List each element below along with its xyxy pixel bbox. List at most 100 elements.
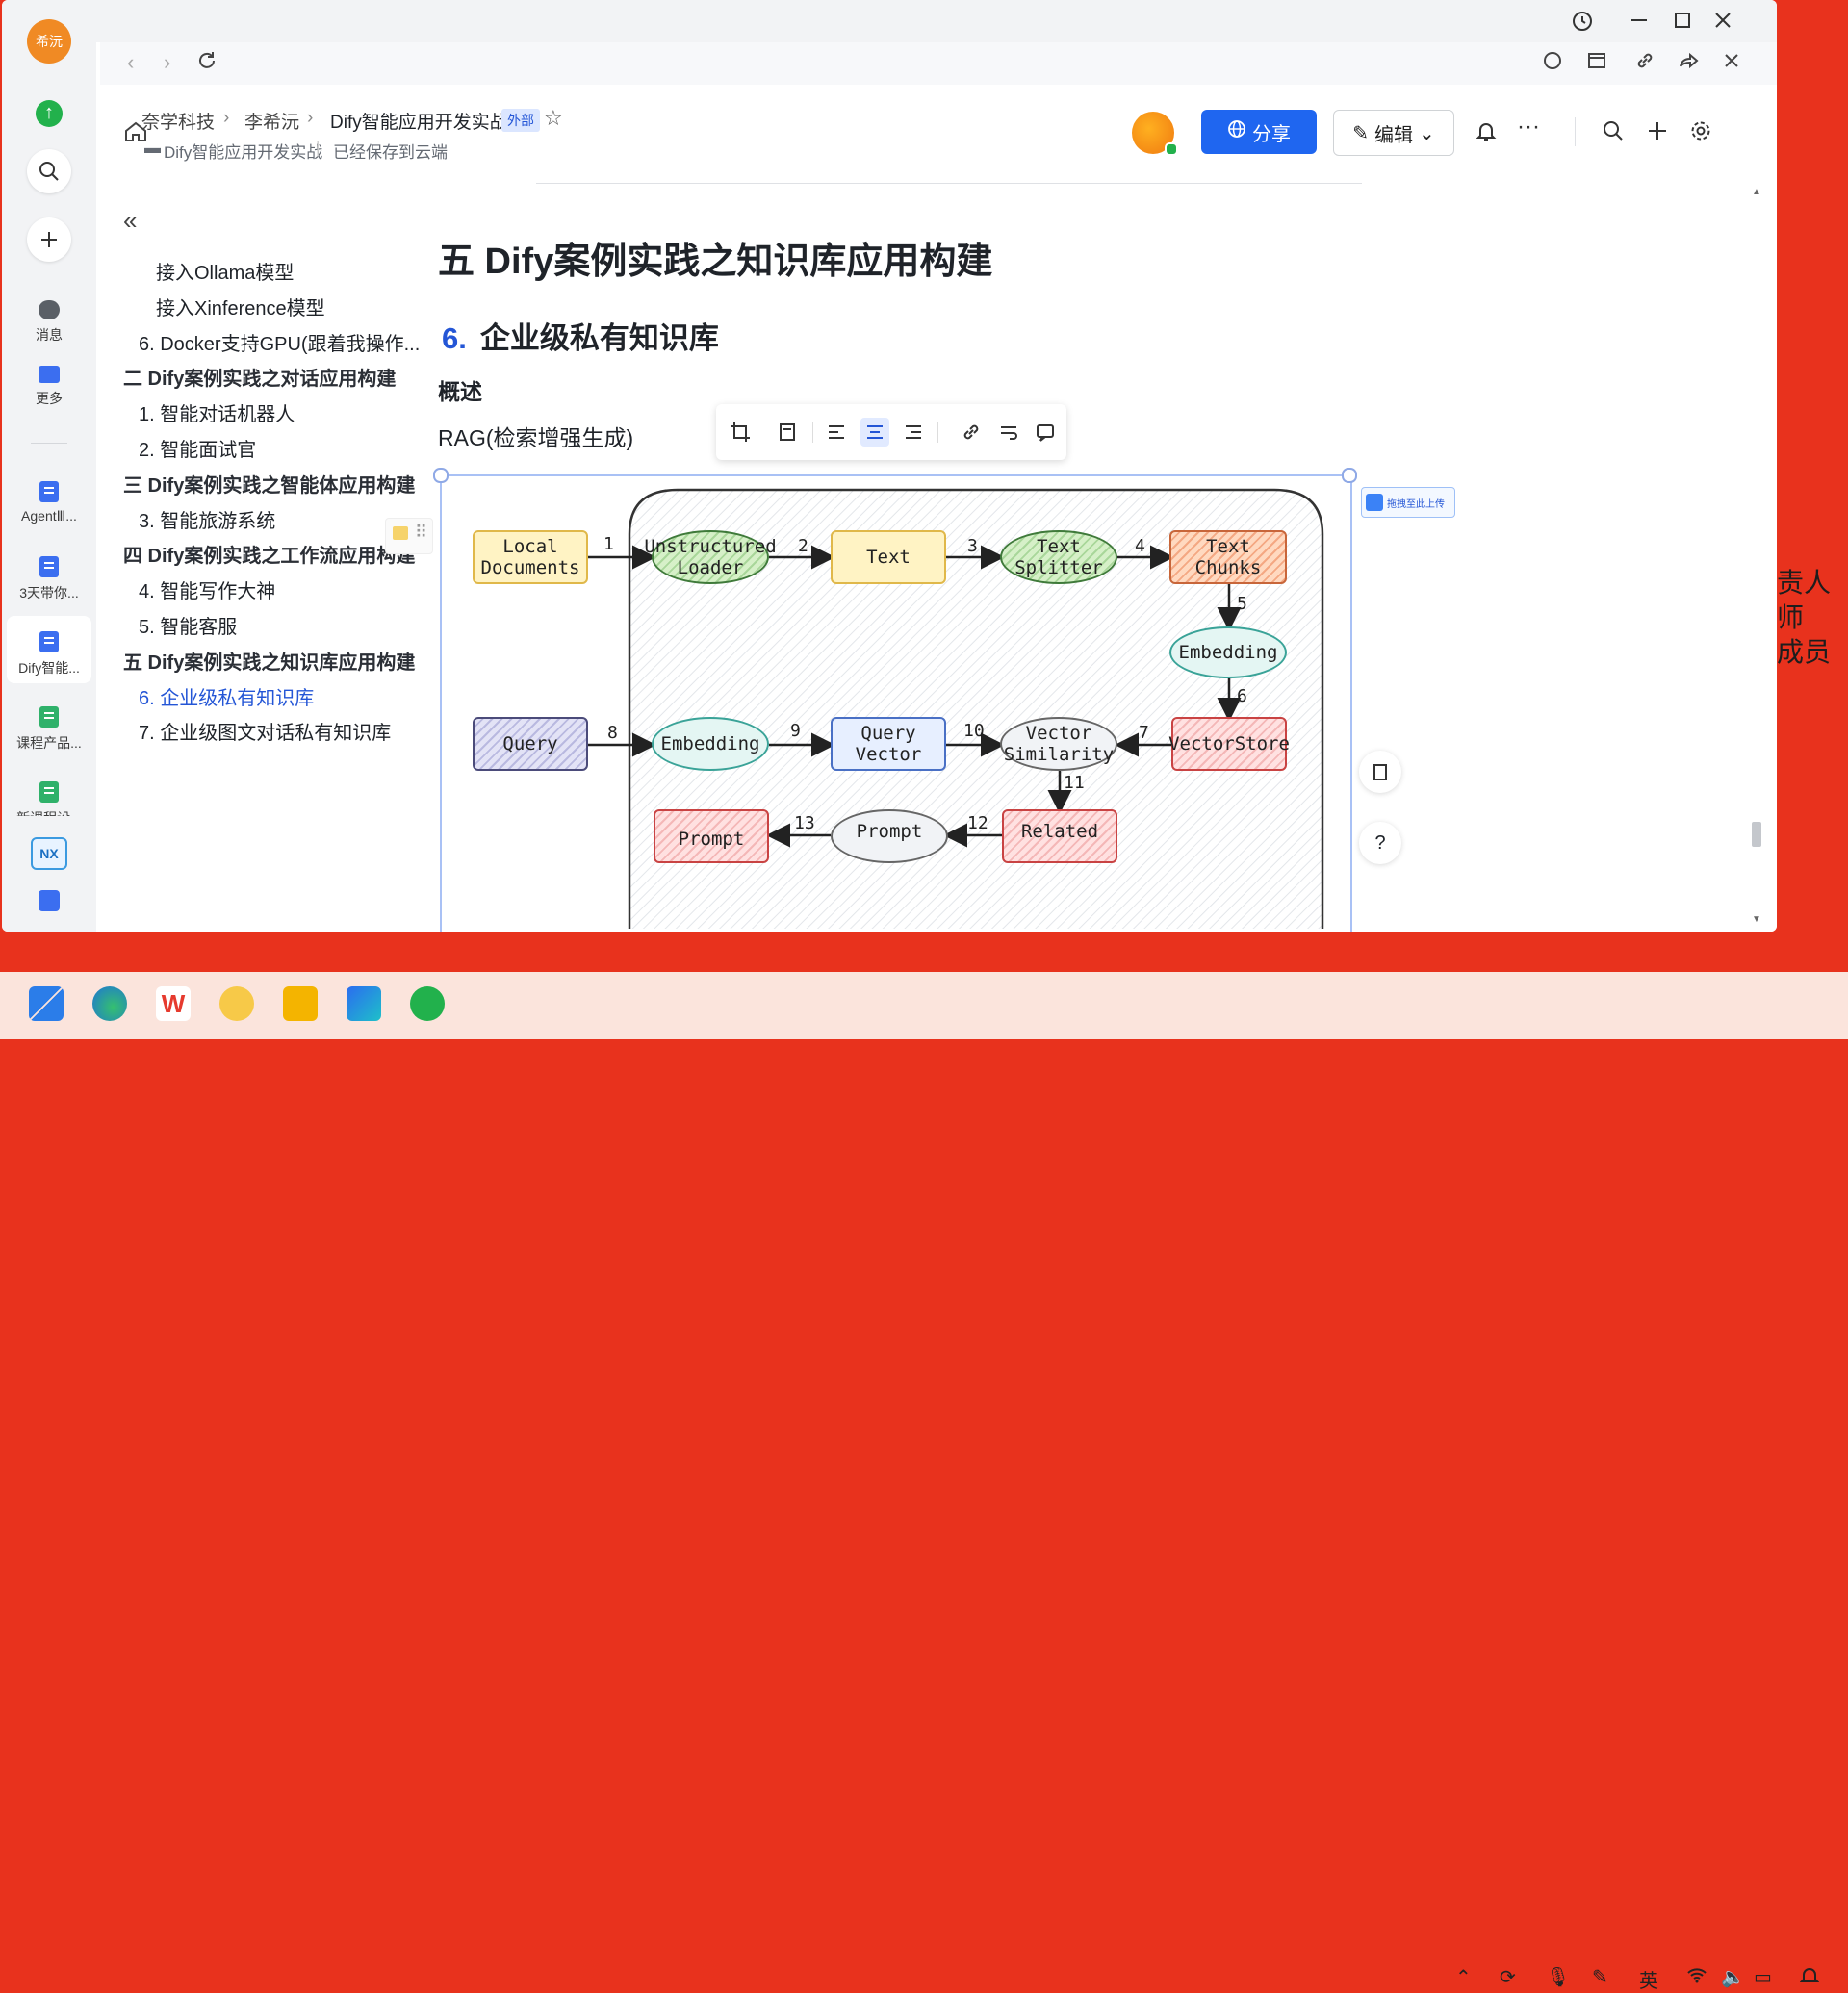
scrollbar[interactable]: ▲ ▼	[1752, 187, 1761, 932]
wps-icon[interactable]: W	[156, 986, 191, 1021]
battery-icon[interactable]: ▭	[1754, 1965, 1772, 1989]
help-button[interactable]: ?	[1359, 822, 1401, 864]
app-icon[interactable]	[219, 986, 254, 1021]
text-wrap-icon[interactable]	[994, 418, 1023, 447]
outline-item[interactable]: 2. 智能面试官	[139, 434, 256, 462]
rail-item-doc-3[interactable]: Dify智能...	[2, 631, 96, 677]
outline-item[interactable]: 6. Docker支持GPU(跟着我操作...	[139, 328, 420, 356]
wechat-icon[interactable]	[410, 986, 445, 1021]
edge-label: 9	[790, 721, 801, 741]
voice-icon[interactable]: 🎙	[1546, 1965, 1570, 1989]
block-handle[interactable]: ⠿	[385, 518, 433, 554]
rail-divider	[31, 443, 67, 444]
chevron-up-icon[interactable]: ⌃	[1455, 1965, 1472, 1989]
rail-item-nx[interactable]: NX	[2, 837, 96, 870]
notification-icon[interactable]	[1799, 1965, 1820, 1992]
upload-hint[interactable]: 拖拽至此上传	[1361, 487, 1455, 518]
rail-item-more[interactable]: 更多	[2, 366, 96, 408]
outline-item[interactable]: 5. 智能客服	[139, 611, 237, 639]
plus-icon[interactable]	[1646, 119, 1669, 149]
edge-browser-icon[interactable]	[92, 986, 127, 1021]
outline-section[interactable]: 二 Dify案例实践之对话应用构建	[123, 363, 396, 391]
start-icon[interactable]	[29, 986, 64, 1021]
outline-item[interactable]: 接入Xinference模型	[156, 293, 325, 320]
minimize-icon[interactable]	[1629, 10, 1650, 37]
bell-icon[interactable]	[1475, 119, 1498, 149]
user-avatar[interactable]: 希沅	[2, 19, 96, 64]
comment-icon[interactable]	[1031, 418, 1060, 447]
outline-item[interactable]: 6. 企业级私有知识库	[139, 682, 314, 710]
search-icon[interactable]	[1602, 119, 1625, 149]
heading-3: 概述	[438, 379, 482, 404]
sync-icon[interactable]: ⟳	[1500, 1965, 1516, 1989]
rail-item-messages[interactable]: 消息	[2, 300, 96, 345]
crop-icon[interactable]	[726, 418, 755, 447]
close-icon[interactable]	[1712, 10, 1733, 37]
upload-button[interactable]: ↑	[2, 92, 96, 127]
node-related: Related	[1002, 809, 1117, 863]
heading-number: 6.	[442, 321, 467, 355]
outline-section[interactable]: 四 Dify案例实践之工作流应用构建	[123, 540, 415, 568]
comment-icon[interactable]	[1542, 50, 1563, 77]
chevron-down-icon: ⌄	[1419, 122, 1435, 144]
scroll-down-icon[interactable]: ▼	[1752, 914, 1761, 925]
share-button[interactable]: 分享	[1201, 110, 1317, 154]
clipboard-button[interactable]	[1359, 751, 1401, 793]
outline-item[interactable]: 1. 智能对话机器人	[139, 398, 295, 426]
forward-icon[interactable]: ›	[164, 50, 170, 75]
edit-button[interactable]: ✎ 编辑 ⌄	[1333, 110, 1454, 156]
caption-icon[interactable]	[774, 418, 803, 447]
rail-item-sheet-2[interactable]: 新课程设...	[2, 781, 96, 816]
outline-section[interactable]: 三 Dify案例实践之智能体应用构建	[123, 470, 415, 498]
outline-item[interactable]: 4. 智能写作大神	[139, 575, 275, 603]
window-icon[interactable]	[1586, 50, 1607, 77]
rail-item-doc-1[interactable]: AgentⅢ...	[2, 481, 96, 524]
maximize-icon[interactable]	[1672, 10, 1693, 37]
breadcrumb-item[interactable]: 奈学科技	[141, 108, 215, 134]
more-icon[interactable]: ···	[1517, 114, 1540, 141]
align-center-icon[interactable]	[860, 418, 889, 447]
share-arrow-icon[interactable]	[1679, 50, 1700, 77]
scrollbar-thumb[interactable]	[1752, 822, 1761, 847]
scroll-up-icon[interactable]: ▲	[1752, 187, 1761, 197]
lark-icon[interactable]	[346, 986, 381, 1021]
wifi-icon[interactable]	[1686, 1965, 1707, 1990]
outline-item[interactable]: 接入Ollama模型	[156, 257, 294, 285]
new-button[interactable]	[2, 217, 96, 262]
volume-icon[interactable]: 🔈	[1721, 1965, 1745, 1989]
outline-section[interactable]: 五 Dify案例实践之知识库应用构建	[123, 647, 415, 675]
rail-label: 课程产品...	[16, 735, 82, 751]
title-bar	[96, 0, 1777, 42]
outline-item[interactable]: 3. 智能旅游系统	[139, 505, 275, 533]
rail-item-sheet-1[interactable]: 课程产品...	[2, 706, 96, 753]
breadcrumb-item[interactable]: 李希沅	[244, 108, 299, 134]
drag-handle-icon: ⠿	[415, 523, 428, 542]
image-link-icon[interactable]	[957, 418, 986, 447]
collapse-icon[interactable]: «	[123, 206, 137, 236]
history-icon[interactable]	[1571, 10, 1594, 38]
rail-item-doc-2[interactable]: 3天带你...	[2, 556, 96, 602]
gear-icon[interactable]	[1689, 119, 1712, 149]
spreadsheet-icon	[39, 706, 59, 728]
star-icon[interactable]: ☆	[544, 106, 563, 131]
reload-icon[interactable]	[196, 50, 218, 77]
ime-indicator[interactable]: 英	[1639, 1965, 1658, 1993]
search-button[interactable]	[2, 149, 96, 193]
resize-handle-right[interactable]	[1342, 468, 1357, 483]
link-icon[interactable]	[1634, 50, 1656, 77]
node-text-splitter: Text Splitter	[1000, 530, 1117, 584]
globe-icon	[1227, 119, 1246, 144]
align-right-icon[interactable]	[899, 418, 928, 447]
doc-title[interactable]: Dify智能应用开发实战	[330, 108, 508, 134]
folder-icon[interactable]	[283, 986, 318, 1021]
resize-handle-left[interactable]	[433, 468, 449, 483]
diagram-image[interactable]: Local Documents Unstructured Loader Text…	[440, 474, 1352, 932]
nx-app-icon: NX	[31, 837, 67, 870]
align-left-icon[interactable]	[822, 418, 851, 447]
back-icon[interactable]: ‹	[127, 50, 134, 75]
pen-icon[interactable]: ✎	[1592, 1965, 1608, 1989]
close-tab-icon[interactable]	[1721, 50, 1742, 77]
outline-item[interactable]: 7. 企业级图文对话私有知识库	[139, 717, 391, 745]
folder-name[interactable]: Dify智能应用开发实战	[164, 139, 322, 163]
rail-item-app[interactable]	[2, 890, 96, 911]
